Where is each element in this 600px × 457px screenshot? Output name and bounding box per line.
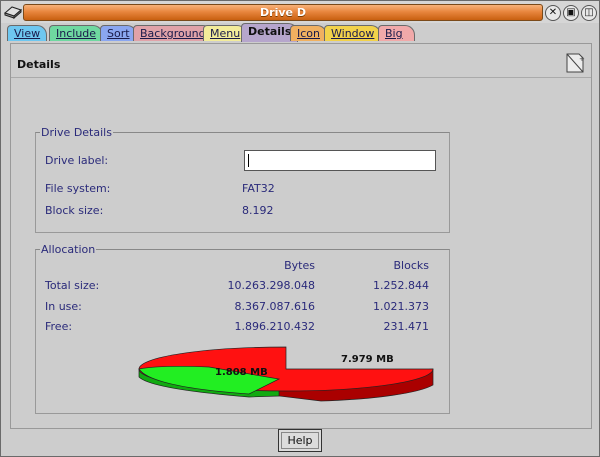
tab-background[interactable]: Background	[133, 25, 213, 41]
panel-title: Details	[17, 58, 61, 71]
total-size-label: Total size:	[45, 279, 100, 292]
tab-view[interactable]: View	[7, 25, 48, 41]
svg-text:+: +	[579, 55, 585, 63]
in-use-label: In use:	[45, 300, 82, 313]
free-blocks: 231.471	[383, 320, 430, 333]
used-slice-label: 7.979 MB	[341, 354, 394, 365]
tab-big-icon[interactable]: Big icon	[378, 25, 415, 55]
allocation-legend: Allocation	[40, 243, 97, 256]
in-use-blocks: 1.021.373	[373, 300, 429, 313]
text-caret	[248, 154, 249, 167]
total-size-blocks: 1.252.844	[373, 279, 429, 292]
tab-window[interactable]: Window	[324, 25, 382, 41]
window-title: Drive D	[23, 4, 543, 21]
panel-header: Details +	[11, 44, 591, 78]
title-bar[interactable]: Drive D ✕ ▣ ◫	[1, 1, 599, 23]
tab-sort[interactable]: Sort	[100, 25, 137, 41]
maximize-icon[interactable]: ▣	[563, 5, 579, 21]
block-size-value: 8.192	[242, 204, 274, 217]
in-use-bytes: 8.367.087.616	[234, 300, 315, 313]
drive-details-window: Drive D ✕ ▣ ◫ View Include Sort Backgrou…	[0, 0, 600, 457]
free-slice-label: 1.808 MB	[215, 367, 268, 378]
file-system-value: FAT32	[242, 182, 275, 195]
page-turn-icon[interactable]: +	[565, 52, 585, 74]
help-button[interactable]: Help	[278, 429, 322, 452]
bytes-column-header: Bytes	[284, 259, 315, 272]
drive-label-input[interactable]	[244, 150, 436, 171]
close-icon[interactable]: ✕	[545, 5, 561, 21]
help-button-label: Help	[287, 434, 313, 447]
tab-include[interactable]: Include	[49, 25, 104, 41]
drive-icon[interactable]	[4, 4, 22, 20]
drive-details-legend: Drive Details	[40, 126, 113, 139]
total-size-bytes: 10.263.298.048	[227, 279, 315, 292]
tab-icon[interactable]: Icon	[290, 25, 327, 41]
free-bytes: 1.896.210.432	[234, 320, 315, 333]
drive-label-label: Drive label:	[45, 154, 109, 167]
free-label: Free:	[45, 320, 73, 333]
blocks-column-header: Blocks	[393, 259, 429, 272]
block-size-label: Block size:	[45, 204, 104, 217]
usage-pie-chart: 7.979 MB 1.808 MB	[138, 346, 434, 402]
file-system-label: File system:	[45, 182, 111, 195]
iconify-icon[interactable]: ◫	[581, 5, 597, 21]
